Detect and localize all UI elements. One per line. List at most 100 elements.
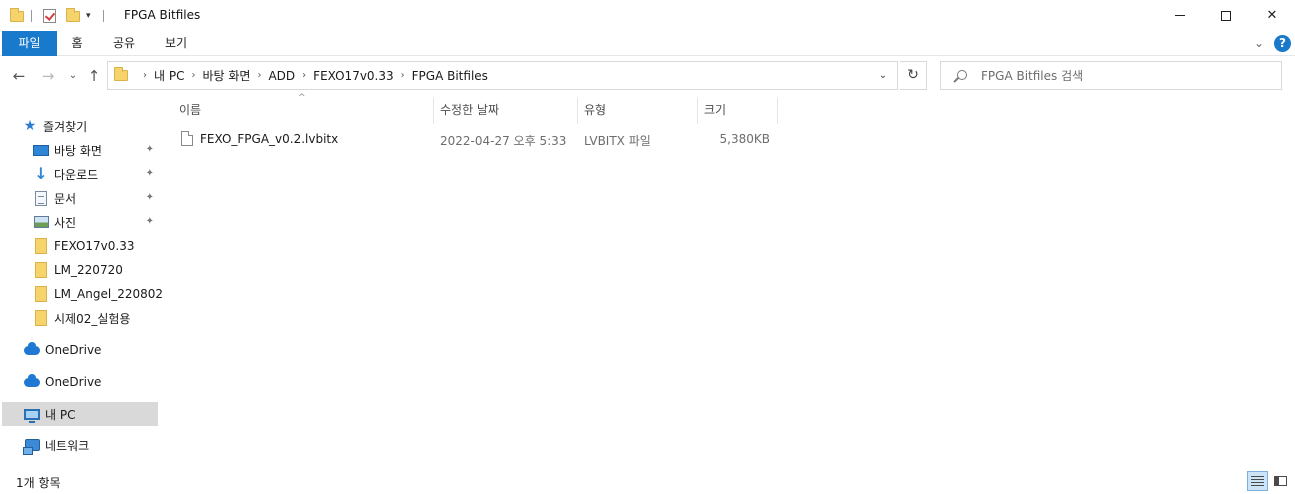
pin-icon: ✦ xyxy=(145,168,154,179)
download-icon: ↓ xyxy=(34,164,48,183)
file-name: FEXO_FPGA_v0.2.lvbitx xyxy=(200,132,339,146)
folder-icon xyxy=(33,238,49,254)
recent-locations-chevron-icon[interactable]: ⌄ xyxy=(64,66,82,86)
breadcrumb-separator: › xyxy=(143,70,147,81)
tab-view[interactable]: 보기 xyxy=(158,31,194,56)
address-bar[interactable]: › 내 PC › 바탕 화면 › ADD › FEXO17v0.33 › FPG… xyxy=(107,61,898,90)
file-type: LVBITX 파일 xyxy=(584,134,651,148)
breadcrumb-item-fpga-bitfiles[interactable]: FPGA Bitfiles xyxy=(412,69,488,83)
sidebar-item-this-pc[interactable]: 내 PC xyxy=(2,402,158,426)
sidebar-item-desktop[interactable]: 바탕 화면 ✦ xyxy=(2,138,158,162)
sidebar-item-network[interactable]: 네트워크 xyxy=(2,433,158,457)
sidebar-item-label: OneDrive xyxy=(45,343,102,357)
file-icon xyxy=(181,131,193,146)
folder-icon xyxy=(33,262,49,278)
sidebar-item-folder-fexo[interactable]: FEXO17v0.33 xyxy=(2,234,158,258)
status-bar: 1개 항목 xyxy=(0,470,1295,494)
sidebar-item-label: 바탕 화면 xyxy=(54,143,102,158)
star-icon: ★ xyxy=(23,118,37,134)
sidebar-item-label: LM_220720 xyxy=(54,263,123,277)
computer-icon xyxy=(24,406,40,423)
sidebar-item-onedrive-2[interactable]: OneDrive xyxy=(2,370,158,394)
breadcrumb-item-desktop[interactable]: 바탕 화면 xyxy=(202,67,250,84)
window-title: FPGA Bitfiles xyxy=(124,8,201,22)
sidebar-item-label: 문서 xyxy=(54,191,77,206)
breadcrumb-separator[interactable]: › xyxy=(302,70,306,81)
up-arrow-icon[interactable]: ↑ xyxy=(85,66,103,86)
chevron-down-icon: ▾ xyxy=(86,11,91,21)
expand-ribbon-chevron-icon[interactable]: ⌄ xyxy=(1254,36,1268,50)
sidebar-item-folder-lm-angel[interactable]: LM_Angel_220802 xyxy=(2,282,163,306)
search-icon xyxy=(957,70,967,80)
search-box[interactable] xyxy=(940,61,1282,90)
column-header-type[interactable]: 유형 xyxy=(578,98,698,124)
sidebar-item-label: 즐겨찾기 xyxy=(43,119,88,134)
back-arrow-icon[interactable]: ← xyxy=(10,66,28,86)
column-header-size[interactable]: 크기 xyxy=(698,98,778,124)
sidebar-item-pictures[interactable]: 사진 ✦ xyxy=(2,210,158,234)
folder-icon xyxy=(114,67,128,81)
tab-home[interactable]: 홈 xyxy=(62,31,92,56)
breadcrumb-separator[interactable]: › xyxy=(257,70,261,81)
navigation-pane: ★ 즐겨찾기 바탕 화면 ✦ ↓ 다운로드 ✦ 문서 ✦ 사진 ✦ FEXO17… xyxy=(0,106,163,462)
details-view-button[interactable] xyxy=(1247,471,1268,491)
sidebar-item-onedrive-1[interactable]: OneDrive xyxy=(2,338,158,362)
customize-quick-access-button[interactable]: ▾ xyxy=(86,7,91,25)
tab-share[interactable]: 공유 xyxy=(106,31,142,56)
checkmark-icon xyxy=(43,9,56,23)
sidebar-item-label: LM_Angel_220802 xyxy=(54,287,163,301)
pictures-icon xyxy=(33,214,49,230)
sidebar-item-label: FEXO17v0.33 xyxy=(54,239,135,253)
maximize-icon xyxy=(1221,10,1231,21)
sidebar-item-downloads[interactable]: ↓ 다운로드 ✦ xyxy=(2,162,158,186)
close-icon: ✕ xyxy=(1266,8,1278,23)
title-separator xyxy=(103,7,104,25)
tab-file[interactable]: 파일 xyxy=(2,31,57,56)
pin-icon: ✦ xyxy=(145,144,154,155)
breadcrumb-separator[interactable]: › xyxy=(401,70,405,81)
tiles-view-icon xyxy=(1274,476,1287,486)
breadcrumb-item-fexo[interactable]: FEXO17v0.33 xyxy=(313,69,393,83)
forward-arrow-icon[interactable]: → xyxy=(39,66,57,86)
sidebar-item-folder-prototype[interactable]: 시제02_실험용 xyxy=(2,306,158,330)
pin-icon: ✦ xyxy=(145,216,154,227)
toolbar-separator xyxy=(31,7,32,25)
sidebar-item-quick-access[interactable]: ★ 즐겨찾기 xyxy=(22,114,158,138)
item-count: 1개 항목 xyxy=(16,476,61,490)
properties-quick-access-button[interactable] xyxy=(43,7,56,25)
search-input[interactable] xyxy=(981,67,1271,84)
desktop-icon xyxy=(33,142,49,158)
folder-icon xyxy=(10,7,24,25)
minimize-button[interactable] xyxy=(1157,0,1203,31)
column-header-name[interactable]: 이름 xyxy=(173,98,434,124)
sidebar-item-label: 내 PC xyxy=(45,407,76,422)
refresh-icon[interactable]: ↻ xyxy=(900,61,927,90)
breadcrumb-separator[interactable]: › xyxy=(191,70,195,81)
address-dropdown-chevron-icon[interactable]: ⌄ xyxy=(874,68,892,84)
details-view-icon xyxy=(1251,476,1264,486)
breadcrumb-item-add[interactable]: ADD xyxy=(268,69,295,83)
sidebar-item-label: 네트워크 xyxy=(45,438,90,453)
new-folder-quick-access-button[interactable] xyxy=(66,7,80,25)
file-size: 5,380KB xyxy=(719,132,770,146)
close-button[interactable]: ✕ xyxy=(1249,0,1295,31)
large-icons-view-button[interactable] xyxy=(1270,471,1291,491)
file-row[interactable]: FEXO_FPGA_v0.2.lvbitx 2022-04-27 오후 5:33… xyxy=(173,128,778,150)
pin-icon: ✦ xyxy=(145,192,154,203)
maximize-button[interactable] xyxy=(1203,0,1249,31)
sidebar-item-label: 시제02_실험용 xyxy=(54,311,131,326)
ribbon: 파일 홈 공유 보기 ⌄ ? xyxy=(0,31,1295,56)
network-icon xyxy=(22,437,40,455)
title-bar: ▾ FPGA Bitfiles ✕ xyxy=(0,0,1295,31)
minimize-icon xyxy=(1175,15,1185,16)
sidebar-item-label: 다운로드 xyxy=(54,167,99,182)
folder-icon xyxy=(33,310,49,326)
cloud-icon xyxy=(24,341,40,358)
help-icon[interactable]: ? xyxy=(1274,35,1291,52)
breadcrumb-item-this-pc[interactable]: 내 PC xyxy=(154,67,184,84)
cloud-icon xyxy=(24,373,40,390)
breadcrumb: › 내 PC › 바탕 화면 › ADD › FEXO17v0.33 › FPG… xyxy=(136,62,488,89)
column-header-date[interactable]: 수정한 날짜 xyxy=(434,98,578,124)
sidebar-item-documents[interactable]: 문서 ✦ xyxy=(2,186,158,210)
sidebar-item-folder-lm-220720[interactable]: LM_220720 xyxy=(2,258,158,282)
